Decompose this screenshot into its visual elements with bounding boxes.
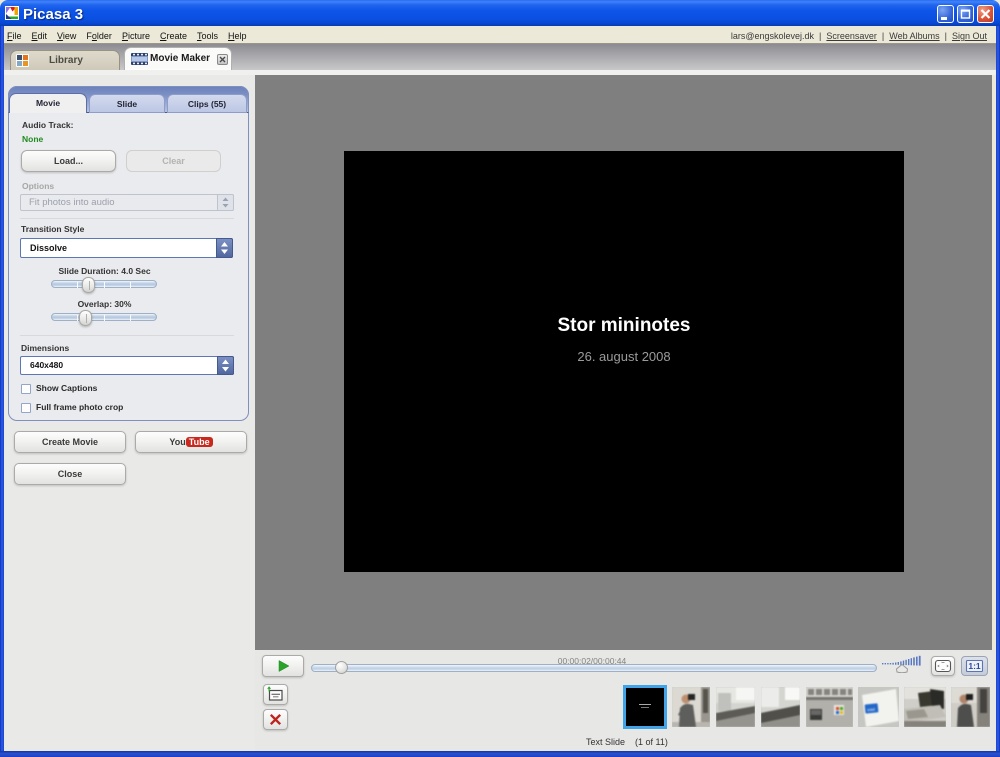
svg-text:intel: intel (867, 707, 875, 713)
svg-text:1:1: 1:1 (968, 661, 981, 671)
